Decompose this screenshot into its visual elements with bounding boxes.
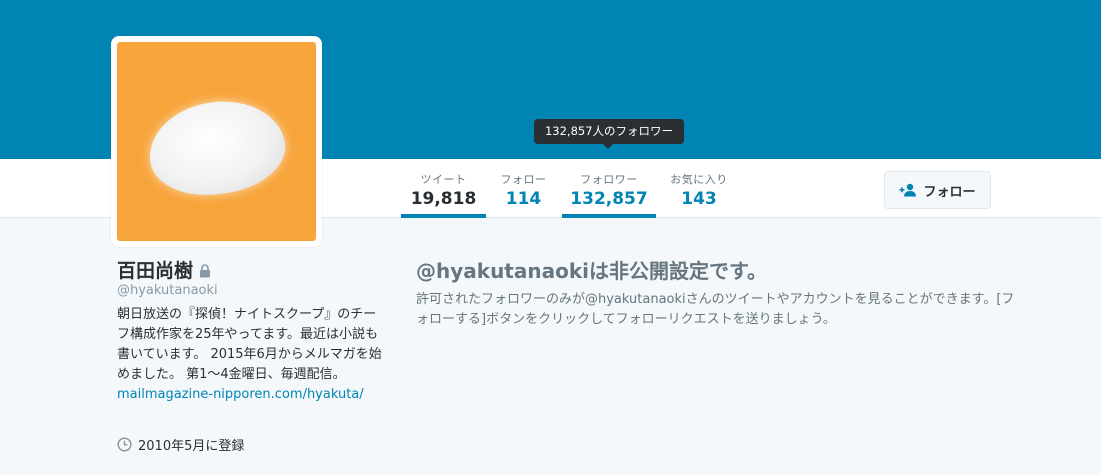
stat-tweets-value: 19,818 [410,189,477,209]
stat-favorites-value: 143 [681,189,717,209]
followers-tooltip: 132,857人のフォロワー [534,119,684,144]
profile-bio-text: 朝日放送の『探偵！ナイトスクープ』のチーフ構成作家を25年やってます。最近は小説… [117,307,382,382]
profile-bio-link[interactable]: mailmagazine-nipporen.com/hyakuta/ [117,387,364,402]
avatar-frame [111,36,322,247]
avatar[interactable] [117,42,316,241]
stat-following-value: 114 [505,189,542,209]
stat-tweets[interactable]: ツイート 19,818 [401,159,486,218]
profile-bio: 朝日放送の『探偵！ナイトスクープ』のチーフ構成作家を25年やってます。最近は小説… [117,305,382,405]
stat-tweets-label: ツイート [420,173,467,186]
follow-button[interactable]: フォロー [884,171,991,209]
stat-favorites[interactable]: お気に入り 143 [666,159,732,218]
lock-icon [200,263,211,277]
profile-name-row: 百田尚樹 [117,256,211,283]
stat-following[interactable]: フォロー 114 [495,159,552,218]
add-user-icon [899,183,917,197]
stat-favorites-label: お気に入り [670,173,728,186]
protected-account-description: 許可されたフォロワーのみが@hyakutanaokiさんのツイートやアカウントを… [416,292,1015,327]
profile-joined-date: 2010年5月に登録 [117,435,244,454]
profile-screen-name[interactable]: @hyakutanaoki [117,283,218,298]
clock-icon [117,437,132,452]
protected-account-title: @hyakutanaokiは非公開設定です。 [416,259,767,283]
stat-followers[interactable]: フォロワー 132,857 [562,159,656,218]
follow-button-label: フォロー [923,184,976,200]
stat-following-label: フォロー [500,173,547,186]
default-egg-avatar-icon [143,92,291,204]
profile-joined-text: 2010年5月に登録 [138,439,245,454]
profile-fullname[interactable]: 百田尚樹 [117,256,193,283]
tooltip-arrow [603,144,613,149]
stat-followers-value: 132,857 [570,189,648,209]
stat-followers-label: フォロワー [580,173,638,186]
